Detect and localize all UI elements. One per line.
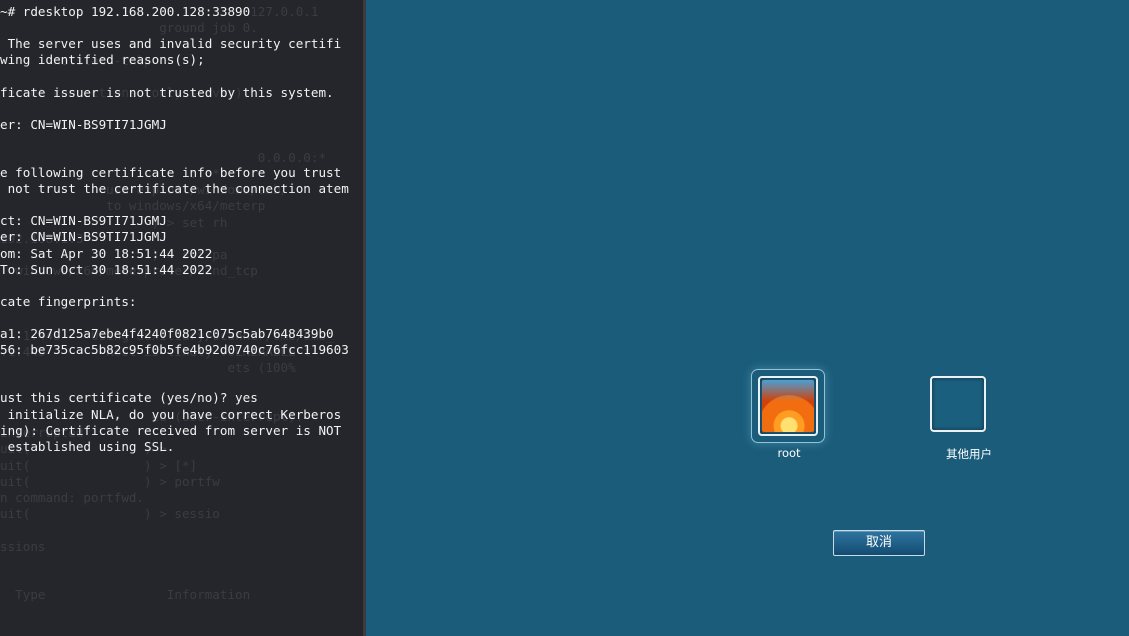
user-tile-other[interactable]: [930, 369, 1004, 443]
terminal-line: e following certificate info before you …: [0, 165, 342, 180]
avatar-frame: [758, 376, 818, 436]
terminal-line: er: CN=WIN-BS9TI71JGMJ: [0, 229, 167, 245]
terminal-line: To: Sun Oct 30 18:51:44 2022: [0, 261, 213, 277]
terminal-line: om: Sat Apr 30 18:51:44 2022: [0, 245, 213, 261]
terminal-line: not trust the certificate the connection…: [0, 181, 349, 197]
terminal-history-line: ssions: [0, 538, 46, 554]
terminal-history-line: 0.0.0.0:*: [0, 149, 327, 165]
terminal-line: 56: be735cac5b82c95f0b5fe4b92d0740c76fcc…: [0, 342, 349, 358]
terminal-line: ust this certificate (yes/no)? yes: [0, 390, 258, 406]
terminal-line: cate fingerprints:: [0, 293, 137, 309]
terminal-line: initialize NLA, do you have correct Kerb…: [0, 406, 342, 422]
terminal-line: er: CN=WIN-BS9TI71JGMJ: [0, 116, 167, 132]
terminal-line: ct: CN=WIN-BS9TI71JGMJ: [0, 213, 167, 229]
windows-logon-screen: root 其他用户 取消: [366, 0, 1129, 636]
terminal-line: ficate issuer is not trusted by this sys…: [0, 84, 334, 100]
terminal-history-line: uit( ) > portfw: [0, 473, 220, 489]
user-tile-root[interactable]: [751, 369, 825, 443]
terminal-line: ~# rdesktop 192.168.200.128:33890: [0, 4, 251, 19]
blank-avatar: [930, 376, 986, 432]
terminal-history-line: uit( ) > [*]: [0, 457, 205, 473]
terminal-history-line: Type Information: [0, 587, 251, 603]
user-label-root: root: [777, 446, 801, 460]
terminal-line: ing): Certificate received from server i…: [0, 422, 342, 438]
cancel-button[interactable]: 取消: [833, 530, 925, 556]
user-label-other: 其他用户: [946, 447, 992, 461]
terminal-window[interactable]: 127.0.0.1 ground job 0. netstat -tnlp ter…: [0, 0, 366, 636]
flower-icon: [762, 380, 814, 432]
terminal-line: The server uses and invalid security cer…: [0, 36, 342, 52]
terminal-line: a1: 267d125a7ebe4f4240f0821c075c5ab76484…: [0, 326, 334, 341]
terminal-history-line: uit( ) > sessio: [0, 506, 220, 522]
terminal-line: established using SSL.: [0, 438, 175, 454]
terminal-history-line: n command: portfwd.: [0, 490, 145, 505]
terminal-history-line: ets (100%: [0, 360, 296, 376]
terminal-history-line: ground job 0.: [0, 20, 258, 36]
terminal-history-line: to windows/x64/meterp: [0, 198, 266, 214]
terminal-line: wing identified reasons(s);: [0, 52, 205, 68]
